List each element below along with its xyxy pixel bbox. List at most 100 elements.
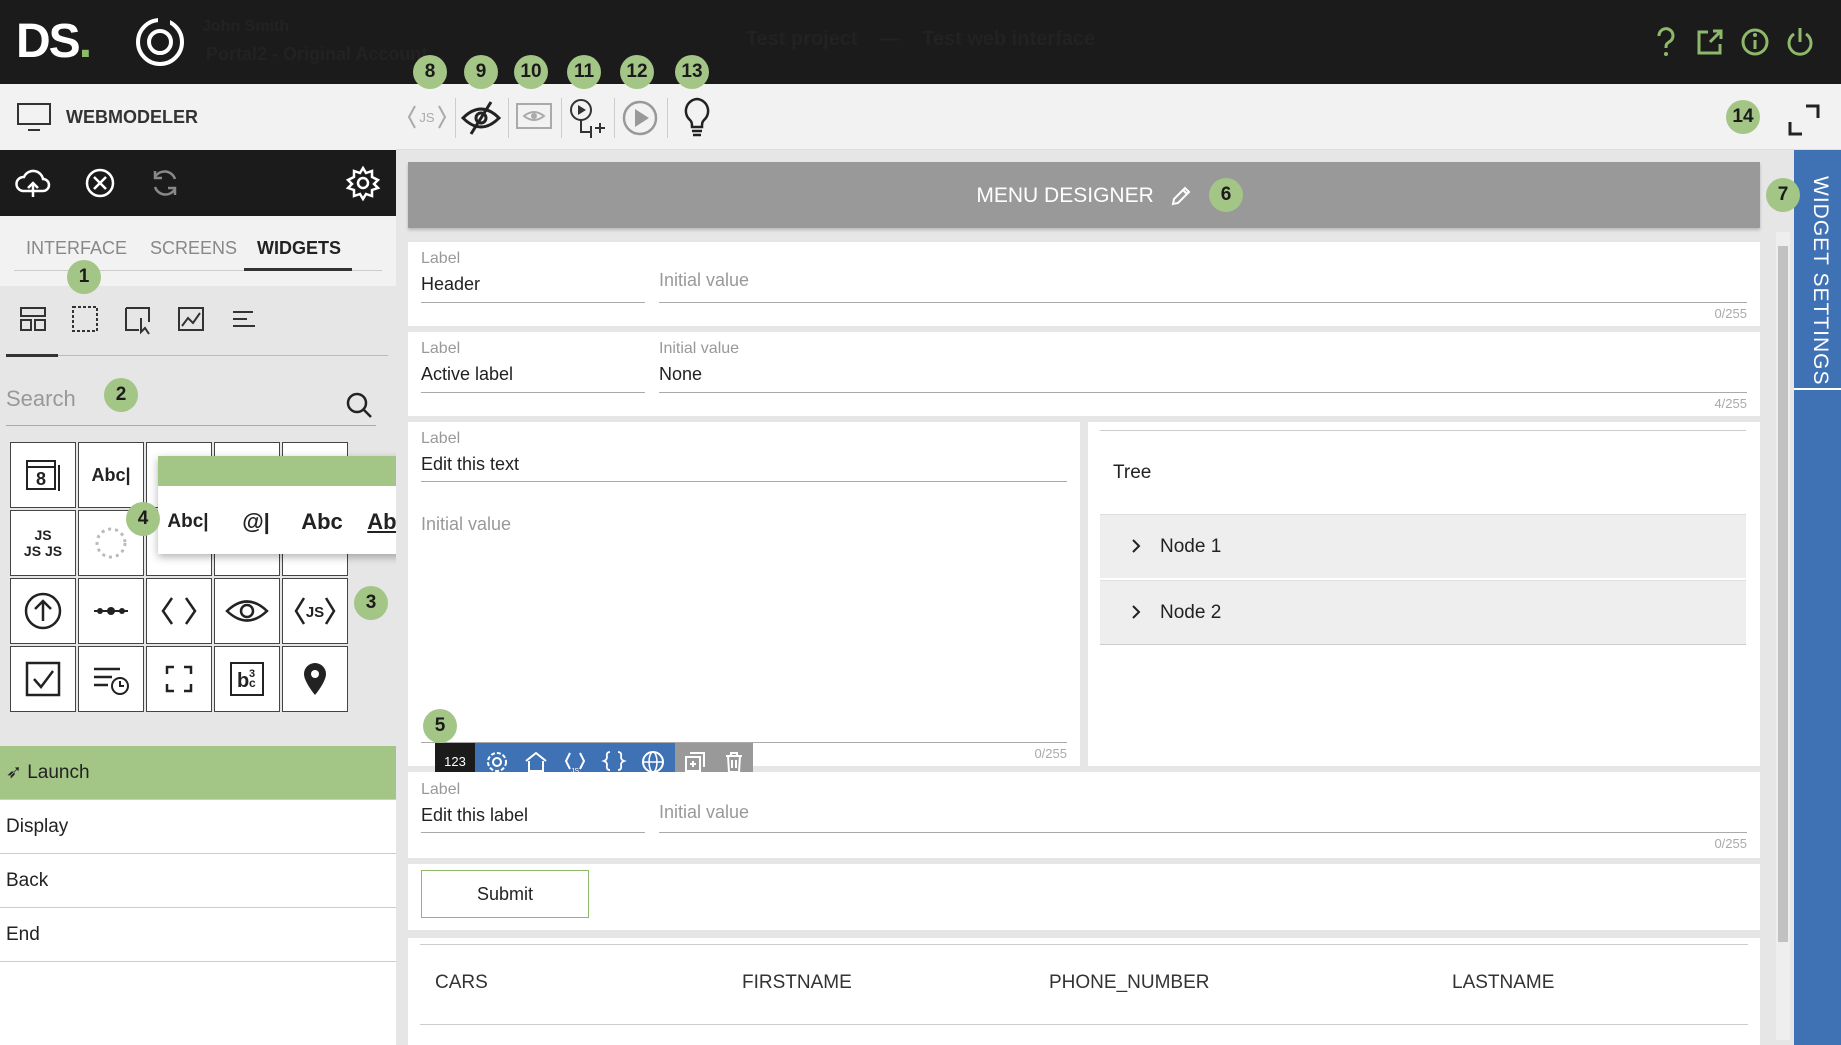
slider-icon [94,607,128,615]
field-card-header[interactable] [408,242,1760,326]
chevron-right-icon[interactable] [1128,538,1144,554]
initial-value-caption: Initial value [659,340,740,357]
calendar-icon: 8 [26,460,60,491]
popup-text-input[interactable]: Abc | [160,502,216,542]
close-circle-icon[interactable] [80,163,120,203]
text-category-icon[interactable] [227,302,261,336]
field-label-value[interactable]: Header [421,274,480,295]
char-counter: 0/255 [1034,746,1067,761]
badge-7: 7 [1766,178,1800,212]
table-header-firstname[interactable]: FIRSTNAME [742,972,852,994]
project-title: Test project — Test web interface [0,28,1841,51]
tree-node[interactable]: Node 1 [1100,514,1746,578]
settings-gear-icon[interactable] [343,163,383,203]
svg-text:c: c [249,676,256,690]
widget-js-tree[interactable]: JS JS JS [10,510,76,576]
interface-name: Test web interface [922,28,1096,50]
badge-5: 5 [423,709,457,743]
cloud-upload-icon[interactable] [13,163,53,203]
widget-checkbox[interactable] [10,646,76,712]
widget-html-code[interactable] [146,578,212,644]
info-icon[interactable] [1735,22,1775,62]
input-category-icon[interactable] [121,302,155,336]
screen-item-launch[interactable]: ➶ Launch [0,746,396,800]
tree-top-line [1100,430,1746,431]
power-icon[interactable] [1780,22,1820,62]
map-pin-icon [304,663,326,695]
chevron-right-icon[interactable] [1128,604,1144,620]
layout-category-icon[interactable] [16,302,50,336]
search-icon[interactable] [344,390,374,420]
badge-4: 4 [126,502,160,536]
widget-search-input[interactable] [6,372,376,426]
popup-email-input[interactable]: @ | [228,502,284,542]
popup-text-label[interactable]: Abc [294,502,350,542]
table-header-lastname[interactable]: LASTNAME [1452,972,1554,994]
badge-8: 8 [413,55,447,89]
widget-formula[interactable]: b 3 c [214,646,280,712]
tab-screens[interactable]: SCREENS [150,238,237,259]
js-code-icon[interactable]: JS [405,94,449,140]
char-counter: 0/255 [1714,306,1747,321]
field-underline [421,302,645,303]
field-card-active-label[interactable] [408,332,1760,416]
initial-value-placeholder[interactable]: Initial value [659,270,749,291]
container-category-icon[interactable] [68,302,102,336]
widget-js-script[interactable]: JS [282,578,348,644]
checkbox-icon [25,661,61,697]
chart-category-icon[interactable] [174,302,208,336]
tree-node[interactable]: Node 2 [1100,580,1746,644]
widget-settings-divider [1794,388,1841,390]
screen-item-end[interactable]: End [0,908,396,962]
monitor-icon [17,103,51,131]
widget-settings-label[interactable]: WIDGET SETTINGS [1808,176,1832,385]
js-icon: JS [294,597,336,625]
deploy-run-icon[interactable] [565,94,609,140]
field-card-edit-label[interactable] [408,772,1760,858]
formula-icon: b 3 c [230,662,264,696]
upload-icon [24,592,62,630]
widget-slider[interactable] [78,578,144,644]
table-header-cars[interactable]: CARS [435,972,488,994]
char-counter: 4/255 [1714,396,1747,411]
field-label-value[interactable]: Active label [421,364,513,385]
badge-9: 9 [464,55,498,89]
table-header-phone-number[interactable]: PHONE_NUMBER [1049,972,1209,994]
categories-divider [6,355,388,356]
external-link-icon[interactable] [1690,22,1730,62]
initial-value-value[interactable]: None [659,364,702,385]
field-label-value[interactable]: Edit this text [421,454,519,475]
initial-value-placeholder[interactable]: Initial value [421,514,511,535]
hide-preview-icon[interactable] [459,94,503,140]
tab-widgets[interactable]: WIDGETS [257,238,341,259]
widget-map-pin[interactable] [282,646,348,712]
rocket-icon: ➶ [6,762,22,783]
refresh-icon[interactable] [145,163,185,203]
widget-history[interactable] [78,646,144,712]
preview-screen-icon[interactable] [512,94,556,140]
fullscreen-icon[interactable] [1786,102,1822,138]
edit-pencil-icon[interactable] [1170,185,1192,207]
tab-interface[interactable]: INTERFACE [26,238,127,259]
widget-frame[interactable] [146,646,212,712]
lightbulb-icon[interactable] [675,94,719,140]
active-tab-indicator [244,268,352,271]
toolbar-separator [614,98,615,138]
tree-bottom-line [1100,644,1746,645]
screen-item-back[interactable]: Back [0,854,396,908]
play-icon[interactable] [618,94,662,140]
widget-upload[interactable] [10,578,76,644]
project-name: Test project [745,28,858,50]
submit-button[interactable]: Submit [421,870,589,918]
widget-date-field[interactable]: 8 [10,442,76,508]
scrollbar-thumb[interactable] [1778,246,1788,942]
field-label-value[interactable]: Edit this label [421,805,528,826]
initial-value-placeholder[interactable]: Initial value [659,802,749,823]
screen-item-display[interactable]: Display [0,800,396,854]
help-icon[interactable] [1646,22,1686,62]
widget-text-input[interactable]: Abc | [78,442,144,508]
menu-designer-title[interactable]: MENU DESIGNER [408,184,1760,208]
svg-text:JS: JS [419,110,435,125]
widget-visibility[interactable] [214,578,280,644]
eye-icon [225,600,269,622]
